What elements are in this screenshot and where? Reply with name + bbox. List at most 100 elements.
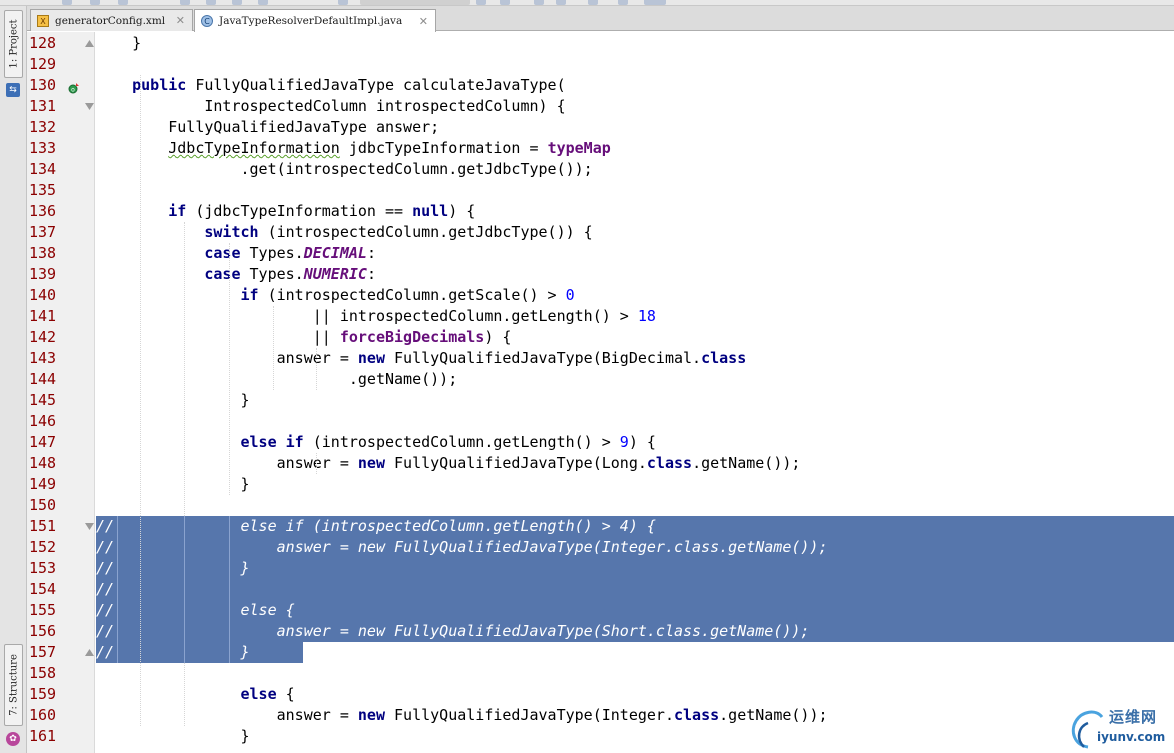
tab-generator-config[interactable]: X generatorConfig.xml ✕ [30,9,193,31]
code-line[interactable]: if (jdbcTypeInformation == null) { [96,201,1174,222]
code-line[interactable]: else if (introspectedColumn.getLength() … [96,432,1174,453]
code-token: : [366,244,376,262]
toolbar-button[interactable] [90,0,100,5]
code-token: .getName()); [96,370,458,388]
toolbar-button[interactable] [118,0,128,5]
line-number: 131 [29,97,57,115]
indent-guide [316,348,317,390]
code-token-kw: switch [204,223,259,241]
toolbar-button[interactable] [62,0,72,5]
line-number: 140 [29,286,57,304]
selected-code-line[interactable]: // else { [96,600,1174,621]
code-line[interactable]: .getName()); [96,369,1174,390]
code-token-wavy: JdbcTypeInformation [168,139,340,157]
toolbar-button[interactable] [232,0,242,5]
watermark-logo-icon [1071,710,1104,749]
code-line[interactable]: answer = new FullyQualifiedJavaType(BigD… [96,348,1174,369]
code-token-kw: new [357,706,385,724]
structure-tool-button[interactable]: 7: Structure [4,644,23,726]
code-line[interactable]: } [96,474,1174,495]
code-line[interactable] [96,54,1174,75]
toolbar-button[interactable] [588,0,598,5]
code-token-cmt: // answer = new FullyQualifiedJavaType(I… [96,538,828,556]
code-token: .get(introspectedColumn.getJdbcType()); [96,160,593,178]
code-token: FullyQualifiedJavaType(Long. [385,454,647,472]
structure-icon[interactable]: ✿ [6,732,20,746]
code-line[interactable]: || introspectedColumn.getLength() > 18 [96,306,1174,327]
code-token-kw: class [701,349,747,367]
code-line[interactable]: case Types.NUMERIC: [96,264,1174,285]
code-line[interactable]: FullyQualifiedJavaType answer; [96,117,1174,138]
code-line[interactable]: answer = new FullyQualifiedJavaType(Long… [96,453,1174,474]
code-line[interactable] [96,180,1174,201]
line-number: 135 [29,181,57,199]
toolbar-button[interactable] [338,0,348,5]
toolbar-button[interactable] [180,0,190,5]
code-line[interactable]: } [96,390,1174,411]
code-line[interactable]: else { [96,684,1174,705]
selected-code-line[interactable]: // answer = new FullyQualifiedJavaType(I… [96,537,1174,558]
code-line[interactable]: .get(introspectedColumn.getJdbcType()); [96,159,1174,180]
toolbar-button[interactable] [556,0,566,5]
code-token-num: 9 [619,433,629,451]
watermark-url: iyunv.com [1097,730,1166,744]
run-config-dropdown[interactable] [360,0,470,5]
toolbar-button[interactable] [206,0,216,5]
line-number: 146 [29,412,57,430]
favorites-icon[interactable]: ⇆ [6,83,20,97]
project-tool-button[interactable]: 1: Project [4,10,23,78]
code-line[interactable]: public FullyQualifiedJavaType calculateJ… [96,75,1174,96]
toolbar-button[interactable] [534,0,544,5]
code-line[interactable]: } [96,33,1174,54]
code-token: answer = [96,349,358,367]
line-number: 155 [29,601,57,619]
selection-end [303,642,1174,663]
line-number: 139 [29,265,57,283]
tab-java-type-resolver[interactable]: C JavaTypeResolverDefaultImpl.java ✕ [194,9,436,32]
override-method-icon[interactable]: o [68,82,80,94]
project-tool-label: 1: Project [8,19,19,69]
code-line[interactable]: if (introspectedColumn.getScale() > 0 [96,285,1174,306]
code-line[interactable]: switch (introspectedColumn.getJdbcType()… [96,222,1174,243]
line-number: 159 [29,685,57,703]
line-number: 147 [29,433,57,451]
toolbar-button[interactable] [258,0,268,5]
toolbar-button[interactable] [618,0,628,5]
selected-code-line[interactable]: // answer = new FullyQualifiedJavaType(S… [96,621,1174,642]
code-line[interactable] [96,495,1174,516]
toolbar-button[interactable] [500,0,510,5]
code-token: : [366,265,376,283]
code-token: answer = [96,706,358,724]
code-line[interactable]: answer = new FullyQualifiedJavaType(Inte… [96,705,1174,726]
line-number: 133 [29,139,57,157]
code-line[interactable]: || forceBigDecimals) { [96,327,1174,348]
selected-code-line[interactable]: // [96,579,1174,600]
line-number: 153 [29,559,57,577]
code-token-fld: forceBigDecimals [339,328,485,346]
code-token: } [96,34,142,52]
code-token: || introspectedColumn.getLength() > [96,307,638,325]
code-line[interactable]: IntrospectedColumn introspectedColumn) { [96,96,1174,117]
code-line[interactable] [96,411,1174,432]
code-token-kw: class [646,454,693,472]
toolbar-button[interactable] [644,0,666,5]
toolbar-button[interactable] [476,0,486,5]
code-editor[interactable]: } public FullyQualifiedJavaType calculat… [96,32,1174,753]
code-token: ) { [628,433,656,451]
line-number: 134 [29,160,57,178]
close-icon[interactable]: ✕ [419,15,428,28]
line-number: 148 [29,454,57,472]
code-line[interactable]: } [96,726,1174,747]
code-token-cmt: // } [96,643,250,661]
selected-code-line[interactable]: // else if (introspectedColumn.getLength… [96,516,1174,537]
selected-code-line[interactable]: // } [96,558,1174,579]
code-line[interactable]: case Types.DECIMAL: [96,243,1174,264]
close-icon[interactable]: ✕ [176,14,185,27]
selection-indent-guide [184,516,185,663]
code-line[interactable] [96,663,1174,684]
code-line[interactable]: JdbcTypeInformation jdbcTypeInformation … [96,138,1174,159]
